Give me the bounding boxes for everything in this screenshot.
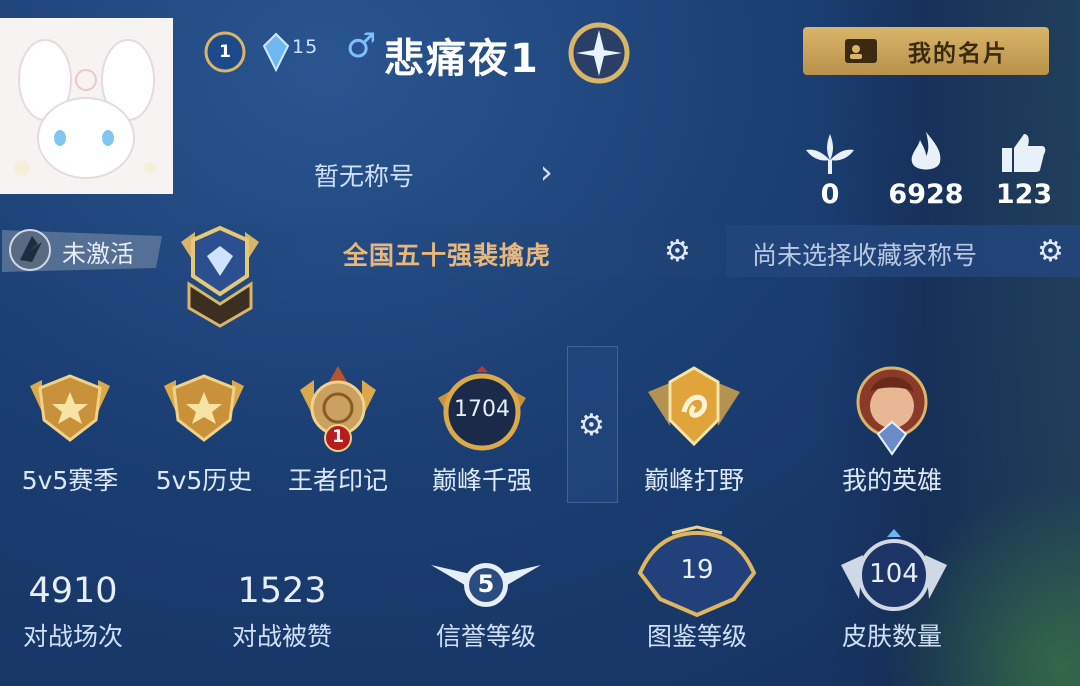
codex-level-label: 图鉴等级	[646, 622, 747, 651]
hero-avatar-icon[interactable]	[842, 362, 942, 458]
credit-wings-icon[interactable]: 5	[421, 525, 551, 620]
name-card-label: 我的名片	[908, 41, 1008, 67]
skin-count-badge-icon[interactable]: 104	[829, 525, 959, 620]
codex-level-value: 19	[680, 555, 714, 585]
history-star-icon[interactable]	[154, 362, 254, 458]
inactive-label: 未激活	[62, 240, 134, 268]
player-name: 悲痛夜1	[384, 36, 540, 82]
matches-label: 对战场次	[22, 622, 123, 651]
gear-icon[interactable]: ⚙	[1037, 234, 1064, 269]
badge-label: 5v5赛季	[21, 466, 119, 495]
avatar[interactable]	[0, 18, 173, 194]
gear-icon[interactable]: ⚙	[664, 234, 691, 269]
thumbs-up-icon[interactable]	[994, 130, 1054, 176]
popularity-count: 6928	[888, 179, 964, 210]
seal-count: 1	[332, 427, 344, 447]
credit-level-value: 5	[477, 570, 495, 598]
badge-label: 王者印记	[287, 466, 388, 495]
flower-count: 0	[820, 179, 840, 210]
peak-rank-value: 1704	[454, 397, 510, 422]
title-label[interactable]: 暂无称号	[314, 157, 414, 193]
credit-level-label: 信誉等级	[435, 622, 536, 651]
compass-badge-icon[interactable]	[566, 20, 632, 86]
match-likes-label: 对战被赞	[231, 622, 332, 651]
skin-count-value: 104	[869, 559, 919, 589]
crystal-icon	[260, 32, 292, 76]
badge-label: 5v5历史	[155, 466, 253, 495]
id-card-icon	[845, 39, 877, 63]
flower-icon[interactable]	[800, 130, 860, 176]
level-badge: 1	[203, 30, 247, 74]
season-star-icon[interactable]	[20, 362, 120, 458]
badge-label: 我的英雄	[841, 466, 942, 495]
chevron-right-icon[interactable]: ›	[540, 153, 553, 191]
collector-title-label: 尚未选择收藏家称号	[752, 241, 978, 270]
badge-label: 巅峰打野	[643, 466, 744, 495]
gear-icon[interactable]: ⚙	[578, 408, 605, 443]
peak-rank-icon[interactable]: 1704	[432, 362, 532, 458]
likes-count: 123	[995, 179, 1053, 210]
skin-count-label: 皮肤数量	[841, 622, 942, 651]
peak-jungle-icon[interactable]	[644, 362, 744, 458]
power-title-label: 全国五十强裴擒虎	[343, 241, 552, 270]
flame-icon[interactable]	[896, 130, 956, 176]
king-seal-icon[interactable]: 1	[288, 362, 388, 458]
name-card-button[interactable]: 我的名片	[803, 27, 1049, 75]
level-number: 1	[219, 42, 231, 62]
rank-shield-icon[interactable]	[175, 224, 265, 328]
badge-label: 巅峰千强	[431, 466, 532, 495]
match-likes-count: 1523	[237, 571, 327, 611]
crystal-count: 15	[292, 36, 319, 58]
codex-badge-icon[interactable]: 19	[632, 525, 762, 620]
matches-count: 4910	[28, 571, 118, 611]
gender-male-icon: ♂	[346, 26, 377, 66]
